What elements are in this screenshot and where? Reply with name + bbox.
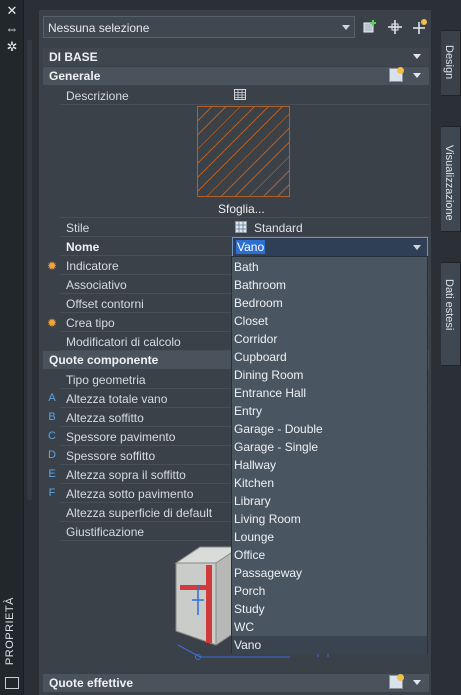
list-item-selected[interactable]: Vano xyxy=(232,636,427,654)
section-base[interactable]: DI BASE xyxy=(43,48,429,66)
palette-title-bar: ✕ ⇔ ✲ PROPRIETÀ xyxy=(0,0,24,695)
list-item[interactable]: Garage - Double xyxy=(232,420,427,438)
browse-link[interactable]: Sfoglia... xyxy=(218,202,265,216)
sun-icon: ✹ xyxy=(46,259,58,273)
list-item[interactable]: Cupboard xyxy=(232,348,427,366)
chevron-down-icon xyxy=(342,25,350,30)
list-item[interactable]: Bath xyxy=(232,258,427,276)
selection-dropdown[interactable]: Nessuna selezione xyxy=(43,16,355,38)
dim-marker: D xyxy=(48,449,56,461)
dim-marker: F xyxy=(48,487,56,499)
list-item[interactable]: Library xyxy=(232,492,427,510)
tab-design[interactable]: Design xyxy=(441,30,461,96)
list-item[interactable]: Bathroom xyxy=(232,276,427,294)
pick-objects-icon[interactable] xyxy=(386,18,404,36)
sun-icon: ✹ xyxy=(46,316,58,330)
palette-title: PROPRIETÀ xyxy=(4,596,16,665)
selection-value: Nessuna selezione xyxy=(48,21,150,35)
autohide-icon[interactable]: ⇔ xyxy=(4,22,20,36)
list-item[interactable]: Kitchen xyxy=(232,474,427,492)
toggle-pickadd-icon[interactable] xyxy=(410,18,428,36)
palette-menu-icon[interactable] xyxy=(5,677,19,689)
list-item[interactable]: WC xyxy=(232,618,427,636)
gear-icon[interactable]: ✲ xyxy=(4,40,20,54)
section-general[interactable]: Generale xyxy=(43,67,429,85)
style-image-preview[interactable] xyxy=(197,106,290,197)
tab-display[interactable]: Visualizzazione xyxy=(441,126,461,232)
list-item[interactable]: Lounge xyxy=(232,528,427,546)
tab-extended-data[interactable]: Dati estesi xyxy=(441,262,461,366)
chevron-down-icon xyxy=(413,73,421,78)
property-gutter xyxy=(43,86,60,350)
list-item[interactable]: Closet xyxy=(232,312,427,330)
name-dropdown-list[interactable]: Bath Bathroom Bedroom Closet Corridor Cu… xyxy=(231,256,428,654)
section-effective[interactable]: Quote effettive xyxy=(43,674,429,692)
name-value[interactable]: Vano xyxy=(236,240,266,254)
list-item[interactable]: Entrance Hall xyxy=(232,384,427,402)
chevron-down-icon xyxy=(413,680,421,685)
chevron-down-icon[interactable] xyxy=(413,245,421,250)
dim-marker: B xyxy=(48,411,56,423)
style-settings-icon[interactable] xyxy=(389,67,404,82)
list-item[interactable]: Garage - Single xyxy=(232,438,427,456)
list-item[interactable]: Passageway xyxy=(232,564,427,582)
list-item[interactable]: Corridor xyxy=(232,330,427,348)
quick-select-icon[interactable] xyxy=(362,18,380,36)
list-item[interactable]: Porch xyxy=(232,582,427,600)
list-item[interactable]: Entry xyxy=(232,402,427,420)
list-item[interactable]: Study xyxy=(232,600,427,618)
list-item[interactable]: Living Room xyxy=(232,510,427,528)
list-item[interactable]: Hallway xyxy=(232,456,427,474)
list-item[interactable]: Dining Room xyxy=(232,366,427,384)
style-value[interactable]: Standard xyxy=(254,221,303,235)
style-icon xyxy=(235,221,247,233)
dim-marker: A xyxy=(48,392,56,404)
close-icon[interactable]: ✕ xyxy=(4,4,20,18)
name-combobox[interactable]: Vano xyxy=(232,237,428,257)
palette-grip[interactable] xyxy=(27,40,32,500)
dim-marker: E xyxy=(48,468,56,480)
chevron-down-icon xyxy=(413,54,421,59)
list-item[interactable]: Office xyxy=(232,546,427,564)
list-item[interactable]: Bedroom xyxy=(232,294,427,312)
description-editor-icon[interactable] xyxy=(234,89,246,100)
dim-marker: C xyxy=(48,430,56,442)
style-settings-icon[interactable] xyxy=(389,674,404,689)
